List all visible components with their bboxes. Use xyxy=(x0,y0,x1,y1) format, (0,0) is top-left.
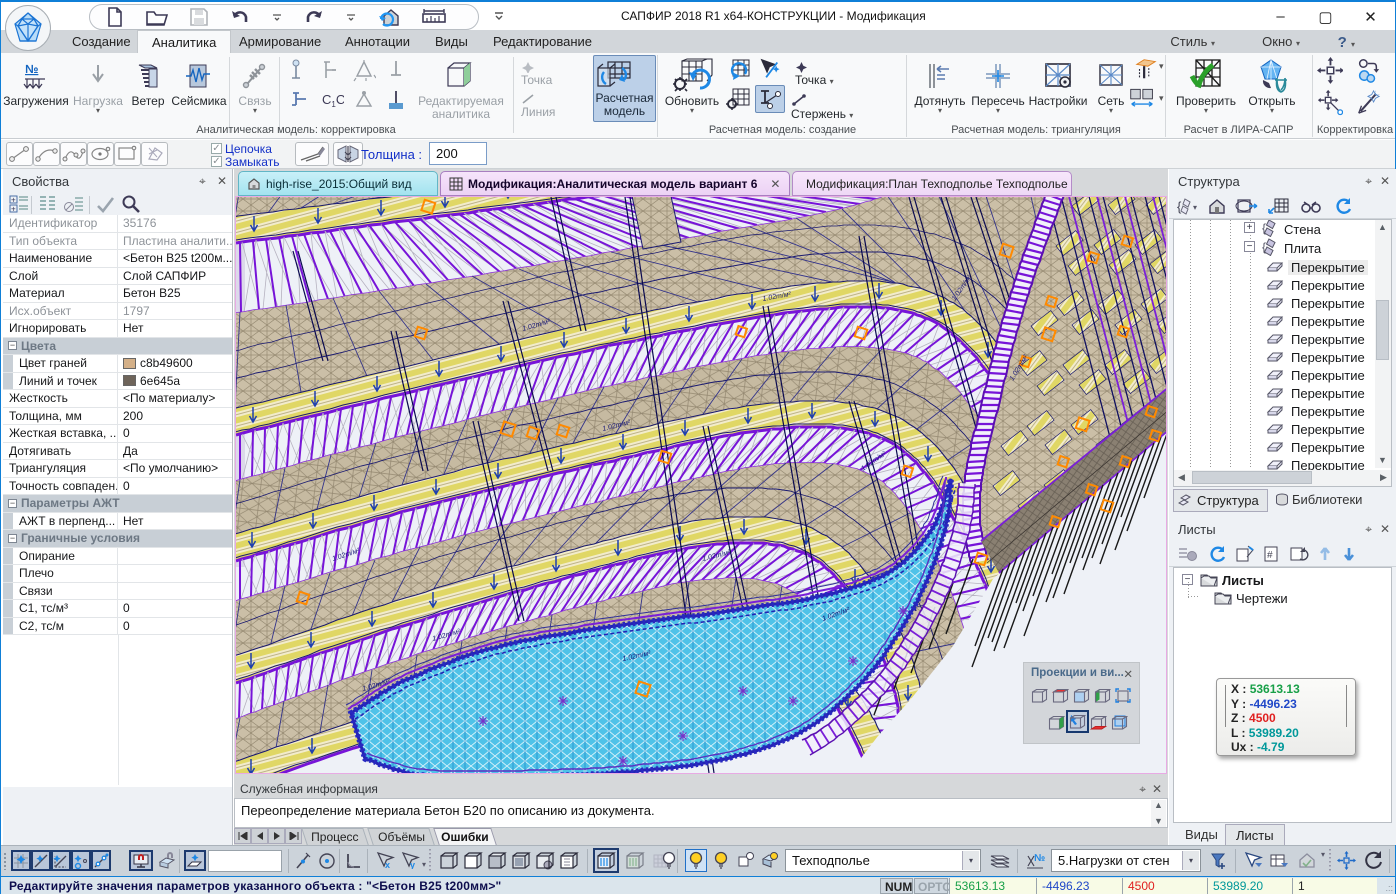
svg-text:№: № xyxy=(25,62,38,76)
svg-text:+: + xyxy=(11,205,16,214)
svg-text:№: № xyxy=(1034,853,1045,864)
svg-text:C1C2: C1C2 xyxy=(322,92,344,109)
svg-text:+: + xyxy=(11,196,16,205)
svg-text:{: { xyxy=(1177,199,1182,214)
svg-text:#: # xyxy=(1267,550,1273,561)
svg-text:x: x xyxy=(385,860,390,869)
svg-text:y: y xyxy=(410,860,415,869)
svg-text:▾: ▾ xyxy=(1193,203,1197,212)
